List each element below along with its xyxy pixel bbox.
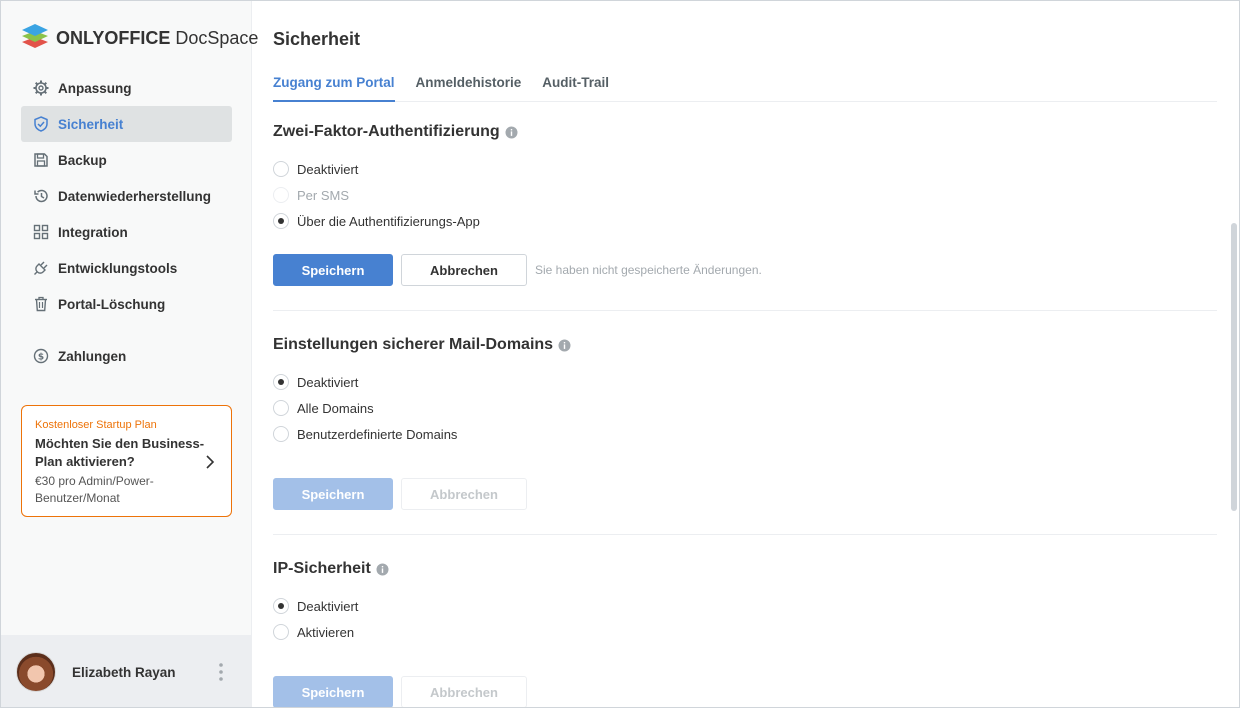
scrollbar[interactable] [1231,223,1237,511]
tab-bar: Zugang zum Portal Anmeldehistorie Audit-… [273,75,1217,102]
ip-security-option-disabled[interactable]: Deaktiviert [273,598,358,614]
radio-button[interactable] [273,598,289,614]
settings-nav: Anpassung Sicherheit Backup Datenwiederh… [21,70,232,374]
sidebar-item-restore[interactable]: Datenwiederherstellung [21,178,232,214]
section-divider [273,534,1217,535]
ip-security-option-enable[interactable]: Aktivieren [273,624,354,640]
radio-label: Aktivieren [297,624,355,640]
sidebar-item-payments[interactable]: $ Zahlungen [21,338,232,374]
cancel-button[interactable]: Abbrechen [401,478,527,510]
info-icon[interactable] [558,339,571,352]
ip-security-title: IP-Sicherheit [273,560,389,578]
section-heading: IP-Sicherheit [273,560,371,577]
tab-audit-trail[interactable]: Audit-Trail [542,75,609,102]
cancel-button[interactable]: Abbrechen [401,676,527,707]
main-content: Sicherheit Zugang zum Portal Anmeldehist… [273,1,1217,707]
radio-button[interactable] [273,426,289,442]
promo-tag: Kostenloser Startup Plan [35,419,157,431]
mail-domains-option-custom[interactable]: Benutzerdefinierte Domains [273,426,457,442]
sidebar-item-backup[interactable]: Backup [21,142,232,178]
two-factor-option-sms: Per SMS [273,187,349,203]
plug-icon [32,259,50,277]
radio-label: Deaktiviert [297,598,359,614]
radio-button[interactable] [273,374,289,390]
promo-title: Möchten Sie den Business-Plan aktivieren… [35,436,205,469]
section-heading: Einstellungen sicherer Mail-Domains [273,336,554,353]
radio-button [273,187,289,203]
save-button[interactable]: Speichern [273,254,393,286]
radio-label: Deaktiviert [297,374,359,390]
two-factor-option-app[interactable]: Über die Authentifizierungs-App [273,213,480,229]
gear-icon [32,79,50,97]
save-button[interactable]: Speichern [273,676,393,707]
grid-icon [32,223,50,241]
radio-button[interactable] [273,624,289,640]
sidebar: ONLYOFFICE DocSpace Anpassung Sicherheit… [1,1,258,707]
sidebar-item-label: Entwicklungstools [58,260,178,276]
user-name[interactable]: Elizabeth Rayan [72,665,176,680]
promo-price: €30 pro Admin/Power-Benutzer/Monat [35,474,154,505]
info-icon[interactable] [376,563,389,576]
sidebar-item-developer-tools[interactable]: Entwicklungstools [21,250,232,286]
two-factor-option-disabled[interactable]: Deaktiviert [273,161,358,177]
shield-icon [32,115,50,133]
sidebar-item-label: Backup [58,152,107,168]
brand-name: ONLYOFFICE DocSpace [56,28,259,48]
save-button[interactable]: Speichern [273,478,393,510]
cancel-button[interactable]: Abbrechen [401,254,527,286]
sidebar-item-customization[interactable]: Anpassung [21,70,232,106]
restore-icon [32,187,50,205]
floppy-icon [32,151,50,169]
section-heading: Zwei-Faktor-Authentifizierung [273,123,500,140]
svg-text:$: $ [38,352,44,362]
sidebar-item-security[interactable]: Sicherheit [21,106,232,142]
radio-label: Benutzerdefinierte Domains [297,426,458,442]
sidebar-item-label: Portal-Löschung [58,296,166,312]
unsaved-changes-note: Sie haben nicht gespeicherte Änderungen. [535,263,762,277]
page-title: Sicherheit [273,29,361,49]
sidebar-item-label: Sicherheit [58,116,124,132]
mail-domains-option-all[interactable]: Alle Domains [273,400,374,416]
radio-button[interactable] [273,213,289,229]
sidebar-item-label: Anpassung [58,80,132,96]
sidebar-item-integration[interactable]: Integration [21,214,232,250]
mail-domains-title: Einstellungen sicherer Mail-Domains [273,336,571,354]
sidebar-item-portal-deletion[interactable]: Portal-Löschung [21,286,232,322]
app-window: ONLYOFFICE DocSpace Anpassung Sicherheit… [0,0,1240,708]
tab-login-history[interactable]: Anmeldehistorie [416,75,522,102]
radio-label: Über die Authentifizierungs-App [297,213,480,229]
sidebar-item-label: Zahlungen [58,348,127,364]
mail-domains-option-disabled[interactable]: Deaktiviert [273,374,358,390]
avatar[interactable] [16,652,56,692]
sidebar-item-label: Integration [58,224,128,240]
logo[interactable]: ONLYOFFICE DocSpace [21,23,258,54]
user-profile-bar: Elizabeth Rayan [1,635,251,707]
radio-button[interactable] [273,161,289,177]
trash-icon [32,295,50,313]
radio-label: Alle Domains [297,400,374,416]
two-factor-title: Zwei-Faktor-Authentifizierung [273,123,518,141]
coin-icon: $ [32,347,50,365]
business-plan-promo[interactable]: Kostenloser Startup Plan Möchten Sie den… [21,405,232,517]
onlyoffice-logo-icon [21,23,49,54]
info-icon[interactable] [505,126,518,139]
radio-label: Deaktiviert [297,161,359,177]
tab-portal-access[interactable]: Zugang zum Portal [273,75,395,102]
radio-button[interactable] [273,400,289,416]
sidebar-item-label: Datenwiederherstellung [58,188,212,204]
section-divider [273,310,1217,311]
chevron-right-icon [205,454,215,475]
more-vertical-icon[interactable] [219,663,223,686]
radio-label: Per SMS [297,187,350,203]
